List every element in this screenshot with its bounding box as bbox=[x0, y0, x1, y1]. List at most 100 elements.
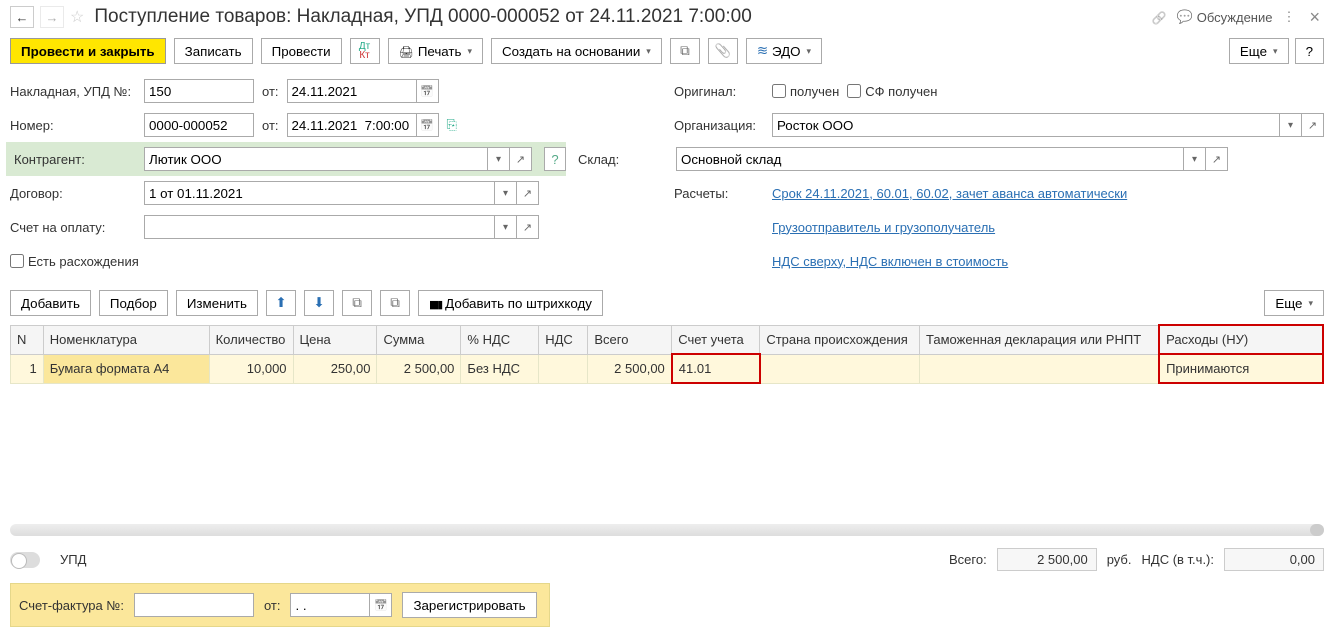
favorite-star-icon[interactable]: ☆ bbox=[70, 7, 84, 27]
sf-num-input[interactable] bbox=[134, 593, 254, 617]
cell-qty[interactable]: 10,000 bbox=[209, 354, 293, 383]
number-input[interactable] bbox=[144, 113, 254, 137]
post-and-close-button[interactable]: Провести и закрыть bbox=[10, 38, 166, 64]
structure-button[interactable] bbox=[670, 38, 700, 64]
col-nds-pct[interactable]: % НДС bbox=[461, 325, 539, 354]
kontragent-label: Контрагент: bbox=[10, 146, 136, 173]
edo-button[interactable]: ≋ЭДО▾ bbox=[746, 38, 822, 64]
pick-button[interactable]: Подбор bbox=[99, 290, 168, 316]
create-based-button[interactable]: Создать на основании▾ bbox=[491, 38, 662, 64]
raschety-link[interactable]: Срок 24.11.2021, 60.01, 60.02, зачет ава… bbox=[772, 186, 1127, 201]
table-more-button[interactable]: Еще▾ bbox=[1264, 290, 1324, 316]
cell-nds[interactable] bbox=[539, 354, 588, 383]
more-button[interactable]: Еще▾ bbox=[1229, 38, 1289, 64]
col-sum[interactable]: Сумма bbox=[377, 325, 461, 354]
upd-label: УПД bbox=[60, 552, 86, 567]
cell-customs[interactable] bbox=[920, 354, 1160, 383]
cell-total[interactable]: 2 500,00 bbox=[588, 354, 672, 383]
mode-icon[interactable]: ⎘ bbox=[447, 117, 457, 133]
col-nomen[interactable]: Номенклатура bbox=[43, 325, 209, 354]
copy-icon bbox=[352, 295, 362, 311]
col-total[interactable]: Всего bbox=[588, 325, 672, 354]
col-customs[interactable]: Таможенная декларация или РНПТ bbox=[920, 325, 1160, 354]
sklad-input[interactable] bbox=[676, 147, 1184, 171]
paste-row-button[interactable] bbox=[380, 290, 410, 316]
sf-date-input[interactable] bbox=[290, 593, 370, 617]
col-price[interactable]: Цена bbox=[293, 325, 377, 354]
chevron-down-icon: ▾ bbox=[1308, 298, 1313, 309]
open-icon[interactable] bbox=[1302, 113, 1324, 137]
open-icon[interactable] bbox=[510, 147, 532, 171]
sf-num-label: Счет-фактура №: bbox=[19, 598, 124, 613]
cell-nds-pct[interactable]: Без НДС bbox=[461, 354, 539, 383]
cell-account[interactable]: 41.01 bbox=[672, 354, 760, 383]
create-based-label: Создать на основании bbox=[502, 44, 640, 59]
write-button[interactable]: Записать bbox=[174, 38, 253, 64]
nav-forward-button[interactable]: → bbox=[40, 6, 64, 28]
upd-toggle[interactable] bbox=[10, 552, 40, 568]
cell-sum[interactable]: 2 500,00 bbox=[377, 354, 461, 383]
post-button[interactable]: Провести bbox=[261, 38, 342, 64]
col-n[interactable]: N bbox=[11, 325, 44, 354]
gruzo-link[interactable]: Грузоотправитель и грузополучатель bbox=[772, 220, 995, 235]
more-menu-icon[interactable]: ⋮ bbox=[1282, 9, 1295, 25]
edit-row-button[interactable]: Изменить bbox=[176, 290, 258, 316]
help-button[interactable]: ? bbox=[1295, 38, 1324, 64]
attach-button[interactable] bbox=[708, 38, 738, 64]
copy-icon bbox=[680, 43, 690, 59]
col-nds[interactable]: НДС bbox=[539, 325, 588, 354]
print-button[interactable]: Печать▾ bbox=[388, 38, 483, 64]
number-date-input[interactable] bbox=[287, 113, 417, 137]
cell-nomen[interactable]: Бумага формата А4 bbox=[43, 354, 209, 383]
total-value: 2 500,00 bbox=[997, 548, 1097, 571]
items-table: N Номенклатура Количество Цена Сумма % Н… bbox=[10, 324, 1324, 384]
copy-row-button[interactable] bbox=[342, 290, 372, 316]
org-input[interactable] bbox=[772, 113, 1280, 137]
col-account[interactable]: Счет учета bbox=[672, 325, 760, 354]
open-icon[interactable] bbox=[1206, 147, 1228, 171]
chevron-down-icon[interactable] bbox=[1184, 147, 1206, 171]
close-button[interactable]: × bbox=[1305, 7, 1324, 28]
register-button[interactable]: Зарегистрировать bbox=[402, 592, 536, 618]
link-icon[interactable] bbox=[1152, 10, 1167, 25]
dogovor-input[interactable] bbox=[144, 181, 495, 205]
schet-oplatu-input[interactable] bbox=[144, 215, 495, 239]
cell-country[interactable] bbox=[760, 354, 920, 383]
clip-icon bbox=[715, 43, 732, 59]
cell-price[interactable]: 250,00 bbox=[293, 354, 377, 383]
dtkt-button[interactable]: ДтКт bbox=[350, 38, 380, 64]
cell-n[interactable]: 1 bbox=[11, 354, 44, 383]
move-up-button[interactable]: ⬆ bbox=[266, 290, 296, 316]
cell-expenses[interactable]: Принимаются bbox=[1159, 354, 1323, 383]
calendar-icon[interactable] bbox=[370, 593, 392, 617]
open-icon[interactable] bbox=[517, 215, 539, 239]
sf-received-checkbox[interactable]: СФ получен bbox=[847, 84, 937, 99]
nav-back-button[interactable]: ← bbox=[10, 6, 34, 28]
calendar-icon[interactable] bbox=[417, 79, 439, 103]
nds-total-label: НДС (в т.ч.): bbox=[1142, 552, 1215, 567]
received-checkbox[interactable]: получен bbox=[772, 84, 839, 99]
col-qty[interactable]: Количество bbox=[209, 325, 293, 354]
kontragent-help-button[interactable]: ? bbox=[544, 147, 566, 171]
invoice-num-input[interactable] bbox=[144, 79, 254, 103]
nds-link[interactable]: НДС сверху, НДС включен в стоимость bbox=[772, 254, 1008, 269]
invoice-date-input[interactable] bbox=[287, 79, 417, 103]
table-scrollbar[interactable] bbox=[10, 524, 1324, 536]
discrepancy-checkbox[interactable]: Есть расхождения bbox=[10, 254, 139, 269]
chevron-down-icon[interactable] bbox=[495, 215, 517, 239]
total-label: Всего: bbox=[949, 552, 987, 567]
original-label: Оригинал: bbox=[674, 84, 764, 99]
add-row-button[interactable]: Добавить bbox=[10, 290, 91, 316]
chevron-down-icon[interactable] bbox=[495, 181, 517, 205]
chevron-down-icon[interactable] bbox=[488, 147, 510, 171]
open-icon[interactable] bbox=[517, 181, 539, 205]
table-row[interactable]: 1 Бумага формата А4 10,000 250,00 2 500,… bbox=[11, 354, 1324, 383]
calendar-icon[interactable] bbox=[417, 113, 439, 137]
discuss-button[interactable]: Обсуждение bbox=[1177, 9, 1273, 25]
kontragent-input[interactable] bbox=[144, 147, 488, 171]
chevron-down-icon[interactable] bbox=[1280, 113, 1302, 137]
col-expenses[interactable]: Расходы (НУ) bbox=[1159, 325, 1323, 354]
col-country[interactable]: Страна происхождения bbox=[760, 325, 920, 354]
move-down-button[interactable]: ⬇ bbox=[304, 290, 334, 316]
add-barcode-button[interactable]: Добавить по штрихкоду bbox=[418, 290, 603, 316]
